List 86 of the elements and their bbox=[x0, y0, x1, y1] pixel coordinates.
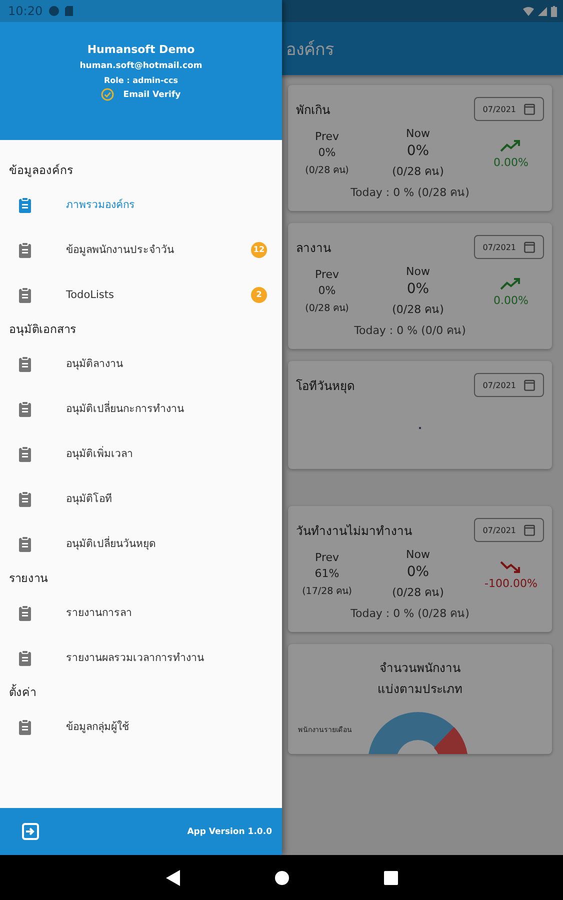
month-picker[interactable]: 07/2021 bbox=[474, 518, 544, 542]
sd-card-icon bbox=[64, 6, 73, 16]
prev-label: Prev bbox=[315, 551, 339, 564]
menu-item[interactable]: อนุมัติลางาน bbox=[0, 341, 282, 386]
menu-item[interactable]: รายงานผลรวมเวลาการทำงาน bbox=[0, 635, 282, 680]
clipboard-icon bbox=[18, 604, 32, 620]
section-heading: ตั้งค่า bbox=[8, 683, 37, 701]
count-badge: 2 bbox=[251, 286, 267, 302]
status-time: 10:20 bbox=[8, 4, 43, 18]
card-title: พักเกิน bbox=[296, 102, 330, 118]
now-value: 0% bbox=[406, 281, 430, 297]
wifi-icon bbox=[523, 6, 534, 16]
card-title: วันทำงานไม่มาทำงาน bbox=[296, 522, 412, 540]
trend-down-icon bbox=[500, 560, 522, 574]
now-value: 0% bbox=[406, 143, 430, 159]
card-title: โอทีวันหยุด bbox=[296, 378, 355, 394]
section-heading: อนุมัติเอกสาร bbox=[8, 321, 77, 338]
section-heading: ข้อมูลองค์กร bbox=[8, 162, 74, 179]
clipboard-icon bbox=[18, 196, 32, 212]
clipboard-icon bbox=[18, 718, 32, 734]
change-value: 0.00% bbox=[494, 294, 528, 306]
menu-item[interactable]: ข้อมูลกลุ่มผู้ใช้ bbox=[0, 704, 282, 749]
now-label: Now bbox=[406, 265, 430, 278]
now-count: (0/28 คน) bbox=[392, 302, 444, 318]
menu-item[interactable]: ภาพรวมองค์กร bbox=[0, 182, 282, 227]
now-label: Now bbox=[406, 127, 430, 140]
trend-up-icon bbox=[500, 276, 522, 290]
verify-label: Email Verify bbox=[123, 90, 181, 100]
check-circle-icon bbox=[101, 88, 114, 101]
menu-item[interactable]: อนุมัติโอที bbox=[0, 476, 282, 521]
prev-count: (0/28 คน) bbox=[305, 164, 349, 177]
prev-label: Prev bbox=[315, 268, 339, 281]
clipboard-icon bbox=[18, 490, 32, 506]
today-summary: Today : 0 % (0/28 คน) bbox=[350, 606, 470, 622]
recents-icon[interactable] bbox=[384, 870, 398, 884]
prev-count: (0/28 คน) bbox=[305, 302, 349, 315]
calendar-icon bbox=[524, 241, 535, 253]
count-badge: 12 bbox=[251, 242, 267, 258]
calendar-icon bbox=[524, 103, 535, 115]
app-version: App Version 1.0.0 bbox=[187, 826, 272, 836]
chart-title: แบ่งตามประเภท bbox=[378, 681, 462, 698]
clipboard-icon bbox=[18, 650, 32, 666]
user-name: Humansoft Demo bbox=[87, 43, 195, 56]
logout-icon[interactable] bbox=[22, 823, 39, 840]
clipboard-icon bbox=[18, 286, 32, 302]
page-title: องค์กร bbox=[286, 39, 334, 62]
signal-icon bbox=[538, 6, 547, 16]
clipboard-icon bbox=[18, 446, 32, 462]
now-value: 0% bbox=[406, 564, 430, 580]
menu-item[interactable]: อนุมัติเปลี่ยนวันหยุด bbox=[0, 521, 282, 566]
month-picker[interactable]: 07/2021 bbox=[474, 97, 544, 121]
today-summary: Today : 0 % (0/0 คน) bbox=[353, 323, 467, 339]
notification-icon bbox=[48, 6, 59, 16]
calendar-icon bbox=[524, 524, 535, 536]
change-value: 0.00% bbox=[494, 156, 528, 168]
now-label: Now bbox=[406, 548, 430, 561]
menu-item[interactable]: TodoLists 2 bbox=[0, 272, 282, 317]
prev-value: 0% bbox=[318, 146, 336, 159]
card-title: ลางาน bbox=[296, 240, 331, 256]
calendar-icon bbox=[524, 379, 535, 391]
menu-item[interactable]: รายงานการลา bbox=[0, 590, 282, 635]
menu-item[interactable]: อนุมัติเพิ่มเวลา bbox=[0, 431, 282, 476]
trend-up-icon bbox=[500, 138, 522, 152]
today-summary: Today : 0 % (0/28 คน) bbox=[350, 185, 470, 201]
prev-count: (17/28 คน) bbox=[302, 585, 352, 598]
prev-value: 61% bbox=[314, 567, 340, 580]
user-email: human.soft@hotmail.com bbox=[80, 61, 202, 71]
home-icon[interactable] bbox=[274, 870, 288, 884]
change-value: -100.00% bbox=[484, 576, 538, 590]
prev-label: Prev bbox=[315, 130, 339, 143]
back-icon[interactable] bbox=[166, 870, 180, 886]
battery-icon bbox=[551, 6, 557, 16]
now-count: (0/28 คน) bbox=[392, 164, 444, 180]
menu-item[interactable]: ข้อมูลพนักงานประจำวัน 12 bbox=[0, 227, 282, 272]
clipboard-icon bbox=[18, 356, 32, 372]
now-count: (0/28 คน) bbox=[392, 585, 444, 601]
month-picker[interactable]: 07/2021 bbox=[474, 235, 544, 259]
section-heading: รายงาน bbox=[8, 570, 49, 587]
user-role: Role : admin-ccs bbox=[104, 76, 178, 85]
clipboard-icon bbox=[18, 242, 32, 258]
month-picker[interactable]: 07/2021 bbox=[474, 373, 544, 397]
prev-value: 0% bbox=[318, 284, 336, 297]
clipboard-icon bbox=[18, 400, 32, 416]
chart-title: จำนวนพนักงาน bbox=[380, 660, 460, 677]
menu-item[interactable]: อนุมัติเปลี่ยนกะการทำงาน bbox=[0, 386, 282, 431]
clipboard-icon bbox=[18, 536, 32, 552]
